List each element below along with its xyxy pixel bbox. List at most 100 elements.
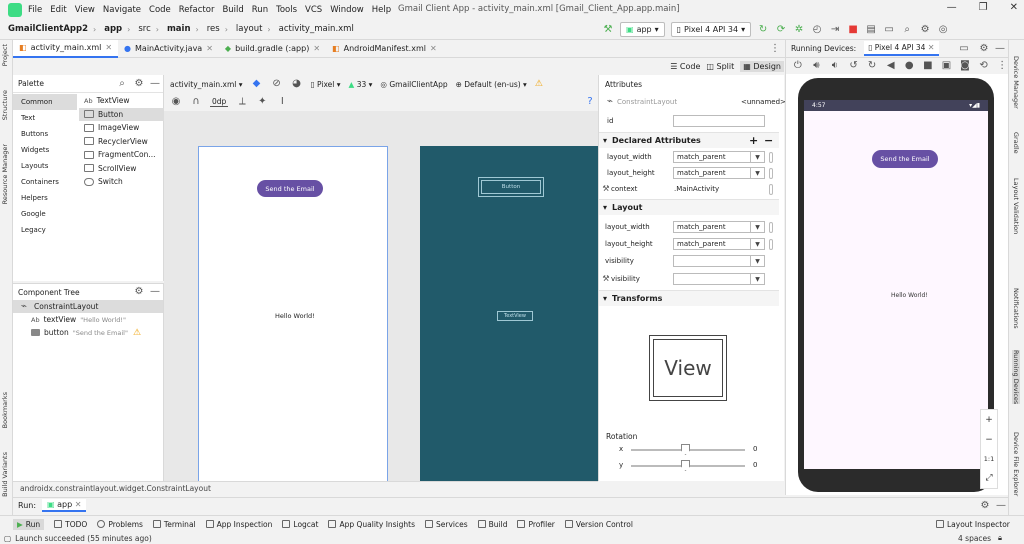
hammer-icon[interactable]: ⚒ [602,24,614,36]
volume-down-icon[interactable]: 🔉︎ [829,60,841,72]
zoom-actual-button[interactable]: 1:1 [984,455,994,463]
rotate-left-icon[interactable]: ↺ [848,60,860,72]
volume-up-icon[interactable]: 🔊︎ [811,60,823,72]
palette-category[interactable]: Common [13,94,77,110]
breadcrumb-src[interactable]: src [138,24,150,34]
tool-tab-resource-manager[interactable]: Resource Manager [1,144,9,204]
gear-icon[interactable]: ⚙ [133,286,145,298]
home-icon[interactable]: ● [903,60,915,72]
tool-tab-structure[interactable]: Structure [1,90,9,120]
menu-run[interactable]: Run [252,5,268,15]
chevron-down-icon[interactable]: ▼ [751,273,765,285]
gear-icon[interactable]: ⚙ [979,500,991,512]
apply-changes-icon[interactable]: ⟳ [775,24,787,36]
add-attribute-icon[interactable]: + [749,134,758,147]
tab-menu-icon[interactable]: ⋮ [769,43,781,55]
menu-edit[interactable]: Edit [50,5,66,15]
tool-window-build[interactable]: Build [477,520,507,529]
minimize-panel-icon[interactable]: — [994,43,1006,55]
palette-category[interactable]: Containers [13,174,77,190]
declared-layout-height-field[interactable]: match_parent [673,167,751,179]
orientation-icon[interactable]: ⊘ [271,78,283,90]
design-surface[interactable]: Send the Email Hello World! Button TextV… [164,111,598,481]
zoom-fit-icon[interactable]: ⤢ [985,473,992,483]
chevron-down-icon[interactable]: ▼ [751,238,765,250]
snapshot-icon[interactable]: ⟲ [978,60,990,72]
zoom-out-icon[interactable]: − [985,435,993,445]
declared-layout-width-field[interactable]: match_parent [673,151,751,163]
tools-visibility-field[interactable] [673,273,751,285]
sdk-manager-icon[interactable]: ▤ [865,24,877,36]
chevron-down-icon[interactable]: ▼ [751,221,765,233]
eye-icon[interactable]: ◉ [170,96,182,108]
menu-navigate[interactable]: Navigate [103,5,141,15]
tree-item-textview[interactable]: Ab textView "Hello World!" [13,313,163,326]
palette-category[interactable]: Buttons [13,126,77,142]
palette-category[interactable]: Google [13,206,77,222]
run-tab-app[interactable]: ▣ app ✕ [42,499,87,512]
layout-height-field[interactable]: match_parent [673,238,751,250]
tree-root-constraintlayout[interactable]: ⌁ ConstraintLayout [13,300,163,313]
tool-tab-running-devices[interactable]: Running Devices [1012,350,1020,405]
close-window-icon[interactable]: ✕ [1010,2,1018,13]
palette-item-fragmentcontainer[interactable]: FragmentCon... [79,148,164,162]
tool-window-logcat[interactable]: Logcat [282,520,318,529]
design-blueprint-icon[interactable]: ◆ [251,78,263,90]
breadcrumb-app[interactable]: app [104,24,122,34]
profile-avatar-icon[interactable]: ◎ [937,24,949,36]
palette-item-textview[interactable]: Ab TextView [79,94,164,108]
new-tab-icon[interactable]: ▭ [958,43,970,55]
slider-knob[interactable] [681,460,690,471]
rerun-icon[interactable]: ↻ [757,24,769,36]
breadcrumb-res[interactable]: res [207,24,220,34]
rotate-right-icon[interactable]: ↻ [866,60,878,72]
debug-icon[interactable]: ✲ [793,24,805,36]
lock-icon[interactable]: 🔒︎ [998,533,1002,543]
attach-debugger-icon[interactable]: ⇥ [829,24,841,36]
device-preview-select[interactable]: ▯ Pixel ▾ [311,80,341,89]
code-mode-button[interactable]: ☰ Code [670,62,700,71]
palette-category[interactable]: Layouts [13,158,77,174]
menu-refactor[interactable]: Refactor [179,5,215,15]
tool-window-run[interactable]: ▶ Run [13,518,45,530]
clear-constraints-icon[interactable]: ⟂ [236,96,248,108]
tool-tab-gradle[interactable]: Gradle [1012,132,1020,154]
device-tab-pixel4[interactable]: ▯ Pixel 4 API 34 ✕ [864,41,939,56]
tool-tab-bookmarks[interactable]: Bookmarks [1,392,9,428]
device-manager-icon[interactable]: ▭ [883,24,895,36]
settings-icon[interactable]: ⚙ [919,24,931,36]
layout-section[interactable]: ▾ Layout [599,199,779,215]
api-level-select[interactable]: ▲ 33 ▾ [349,80,373,89]
stop-icon[interactable]: ■ [847,24,859,36]
palette-category[interactable]: Text [13,110,77,126]
palette-category[interactable]: Legacy [13,222,77,238]
infer-constraints-icon[interactable]: ✦ [256,96,268,108]
menu-vcs[interactable]: VCS [305,5,322,15]
tool-window-version-control[interactable]: Version Control [564,520,633,529]
zoom-in-icon[interactable]: + [985,415,993,425]
record-icon[interactable]: ◙ [959,60,971,72]
tree-item-button[interactable]: button "Send the Email" ⚠ [13,326,163,339]
chevron-down-icon[interactable]: ▼ [751,167,765,179]
warning-icon[interactable]: ⚠ [535,79,543,89]
blueprint-preview[interactable]: Button TextView [420,146,598,481]
palette-category[interactable]: Helpers [13,190,77,206]
preview-hello-text[interactable]: Hello World! [275,312,315,320]
palette-item-switch[interactable]: Switch [79,175,164,189]
tool-tab-notifications[interactable]: Notifications [1012,288,1020,329]
default-margin-field[interactable]: 0dp [210,97,229,107]
palette-item-scrollview[interactable]: ScrollView [79,162,164,176]
tool-window-problems[interactable]: Problems [97,520,143,529]
declared-attributes-section[interactable]: ▾ Declared Attributes + − [599,132,779,148]
tool-window-todo[interactable]: TODO [54,520,87,529]
blueprint-textview[interactable]: TextView [497,311,533,321]
menu-view[interactable]: View [75,5,95,15]
breadcrumb-layout[interactable]: layout [236,24,263,34]
search-everywhere-icon[interactable]: ⌕ [901,24,913,36]
menu-help[interactable]: Help [372,5,391,15]
menu-code[interactable]: Code [149,5,171,15]
tool-window-terminal[interactable]: Terminal [152,520,196,529]
minimize-panel-icon[interactable]: — [149,78,161,90]
transforms-section[interactable]: ▾ Transforms [599,290,779,306]
menu-tools[interactable]: Tools [276,5,297,15]
